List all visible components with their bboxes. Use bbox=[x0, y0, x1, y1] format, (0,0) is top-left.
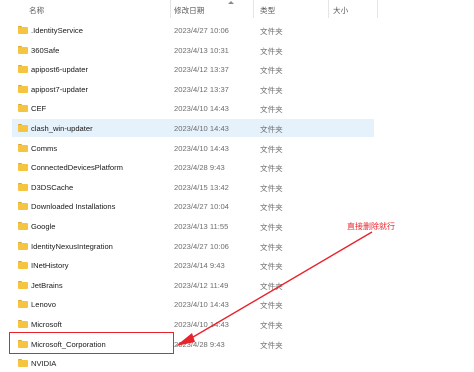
watermark: CSDN @angelosp bbox=[412, 351, 453, 357]
annotation-arrow bbox=[176, 231, 373, 346]
